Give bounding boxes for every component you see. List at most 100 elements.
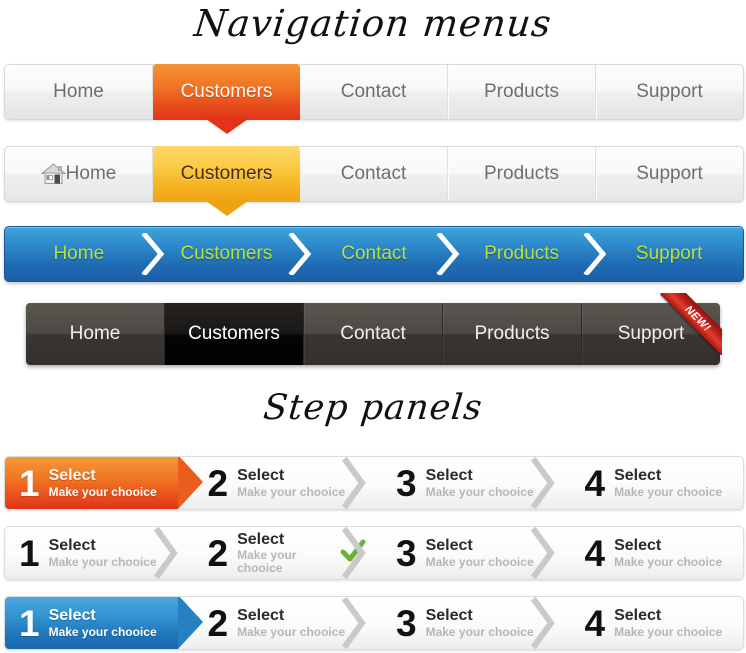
step-item-3[interactable]: 3 Select Make your chooice bbox=[366, 527, 555, 579]
nav-item-customers-active[interactable]: Customers bbox=[153, 146, 300, 216]
step-subtitle: Make your chooice bbox=[48, 624, 157, 639]
step-item-2[interactable]: 2 Select Make your chooice bbox=[178, 457, 367, 509]
step-subtitle: Make your chooice bbox=[237, 484, 346, 499]
step-item-2[interactable]: 2 Select Make your chooice bbox=[178, 597, 367, 649]
navbar-light-orange: Home Customers Contact Products Support bbox=[4, 64, 744, 134]
nav-item-label: Customers bbox=[180, 81, 273, 102]
nav-item-label: Home bbox=[65, 163, 117, 184]
page-title-navigation-menus: Navigation menus bbox=[192, 2, 554, 45]
step-item-4[interactable]: 4 Select Make your chooice bbox=[555, 457, 744, 509]
step-panel-orange: 1 Select Make your chooice 2 Select Make… bbox=[4, 456, 744, 510]
step-number: 3 bbox=[396, 462, 417, 504]
step-number: 3 bbox=[396, 602, 417, 644]
step-title: Select bbox=[614, 467, 662, 485]
active-tab-pointer-icon bbox=[205, 201, 248, 216]
step-subtitle: Make your chooice bbox=[48, 554, 157, 569]
nav-item-home[interactable]: Home bbox=[5, 65, 153, 119]
breadcrumb-item-contact[interactable]: Contact bbox=[300, 227, 460, 281]
breadcrumb-item-customers[interactable]: Customers bbox=[153, 227, 312, 281]
nav-item-products[interactable]: Products bbox=[443, 303, 582, 365]
nav-item-label: Contact bbox=[340, 81, 407, 102]
step-subtitle: Make your chooice bbox=[425, 624, 534, 639]
step-item-1-active[interactable]: 1 Select Make your chooice bbox=[5, 597, 203, 649]
step-item-4[interactable]: 4 Select Make your chooice bbox=[555, 527, 744, 579]
step-title: Select bbox=[614, 607, 662, 625]
navbar-blue-breadcrumb: Home Customers Contact Products Support bbox=[4, 226, 744, 282]
nav-item-label: Home bbox=[53, 81, 104, 102]
breadcrumb-item-home[interactable]: Home bbox=[5, 227, 164, 281]
nav-item-contact[interactable]: Contact bbox=[300, 147, 448, 201]
step-title: Select bbox=[425, 537, 473, 555]
nav-item-label: Products bbox=[484, 163, 559, 184]
step-subtitle: Make your chooice bbox=[237, 548, 297, 576]
breadcrumb-label: Contact bbox=[341, 243, 407, 264]
step-subtitle: Make your chooice bbox=[425, 554, 534, 569]
nav-item-products[interactable]: Products bbox=[448, 147, 596, 201]
breadcrumb-label: Products bbox=[484, 243, 560, 264]
nav-item-label: Support bbox=[617, 323, 685, 344]
nav-item-label: Home bbox=[69, 323, 121, 344]
nav-item-home[interactable]: Home bbox=[26, 303, 165, 365]
nav-item-customers-active[interactable]: Customers bbox=[165, 303, 304, 365]
breadcrumb-label: Home bbox=[53, 243, 105, 264]
nav-item-label: Support bbox=[636, 163, 703, 184]
breadcrumb-label: Customers bbox=[180, 243, 273, 264]
nav-item-home[interactable]: Home bbox=[5, 147, 153, 201]
step-title: Select bbox=[425, 467, 473, 485]
step-number: 1 bbox=[19, 532, 40, 574]
nav-item-label: Products bbox=[484, 81, 559, 102]
nav-item-label: Customers bbox=[188, 323, 280, 344]
nav-item-label: Support bbox=[636, 81, 703, 102]
step-arrow-icon bbox=[177, 457, 203, 509]
navbar-dark: Home Customers Contact Products Support … bbox=[26, 293, 722, 365]
step-title: Select bbox=[425, 607, 473, 625]
step-item-2[interactable]: 2 Select Make your chooice bbox=[178, 527, 367, 579]
step-number: 4 bbox=[584, 602, 606, 644]
nav-item-support[interactable]: Support bbox=[596, 65, 743, 119]
page-title-step-panels: Step panels bbox=[261, 388, 485, 428]
breadcrumb-item-products[interactable]: Products bbox=[448, 227, 607, 281]
step-title: Select bbox=[237, 467, 285, 485]
step-number: 2 bbox=[207, 602, 229, 644]
step-title: Select bbox=[237, 530, 285, 548]
step-item-4[interactable]: 4 Select Make your chooice bbox=[555, 597, 744, 649]
step-number: 1 bbox=[19, 602, 40, 644]
nav-item-label: Products bbox=[474, 323, 550, 344]
nav-item-products[interactable]: Products bbox=[448, 65, 596, 119]
step-title: Select bbox=[48, 537, 96, 555]
nav-item-contact[interactable]: Contact bbox=[300, 65, 448, 119]
ui-kit-canvas: Navigation menus Home Customers Contact … bbox=[0, 0, 746, 653]
nav-item-contact[interactable]: Contact bbox=[304, 303, 443, 365]
step-subtitle: Make your chooice bbox=[614, 554, 723, 569]
step-number: 2 bbox=[207, 532, 229, 574]
step-item-3[interactable]: 3 Select Make your chooice bbox=[366, 457, 555, 509]
nav-item-support[interactable]: Support bbox=[596, 147, 743, 201]
navbar-light-yellow: Home Customers Contact Products Support bbox=[4, 146, 744, 216]
active-tab-pointer-icon bbox=[205, 119, 248, 134]
step-item-1[interactable]: 1 Select Make your chooice bbox=[5, 527, 178, 579]
nav-item-label: Contact bbox=[340, 163, 407, 184]
step-title: Select bbox=[237, 607, 285, 625]
step-number: 3 bbox=[396, 532, 417, 574]
step-subtitle: Make your chooice bbox=[425, 484, 534, 499]
step-title: Select bbox=[614, 537, 662, 555]
house-icon bbox=[40, 163, 67, 185]
step-title: Select bbox=[48, 607, 96, 625]
step-number: 1 bbox=[19, 462, 40, 504]
breadcrumb-label: Support bbox=[635, 243, 703, 264]
breadcrumb-item-support[interactable]: Support bbox=[595, 227, 743, 281]
step-arrow-icon bbox=[177, 597, 203, 649]
step-item-1-active[interactable]: 1 Select Make your chooice bbox=[5, 457, 203, 509]
nav-item-customers-active[interactable]: Customers bbox=[153, 64, 300, 134]
nav-item-label: Contact bbox=[340, 323, 406, 344]
step-subtitle: Make your chooice bbox=[614, 484, 723, 499]
step-number: 4 bbox=[584, 532, 606, 574]
nav-item-label: Customers bbox=[180, 163, 273, 184]
step-panel-blue: 1 Select Make your chooice 2 Select Make… bbox=[4, 596, 744, 650]
check-icon bbox=[340, 539, 366, 568]
step-number: 2 bbox=[207, 462, 229, 504]
step-subtitle: Make your chooice bbox=[237, 624, 346, 639]
step-item-3[interactable]: 3 Select Make your chooice bbox=[366, 597, 555, 649]
nav-item-support[interactable]: Support NEW! bbox=[582, 293, 722, 365]
step-subtitle: Make your chooice bbox=[614, 624, 723, 639]
